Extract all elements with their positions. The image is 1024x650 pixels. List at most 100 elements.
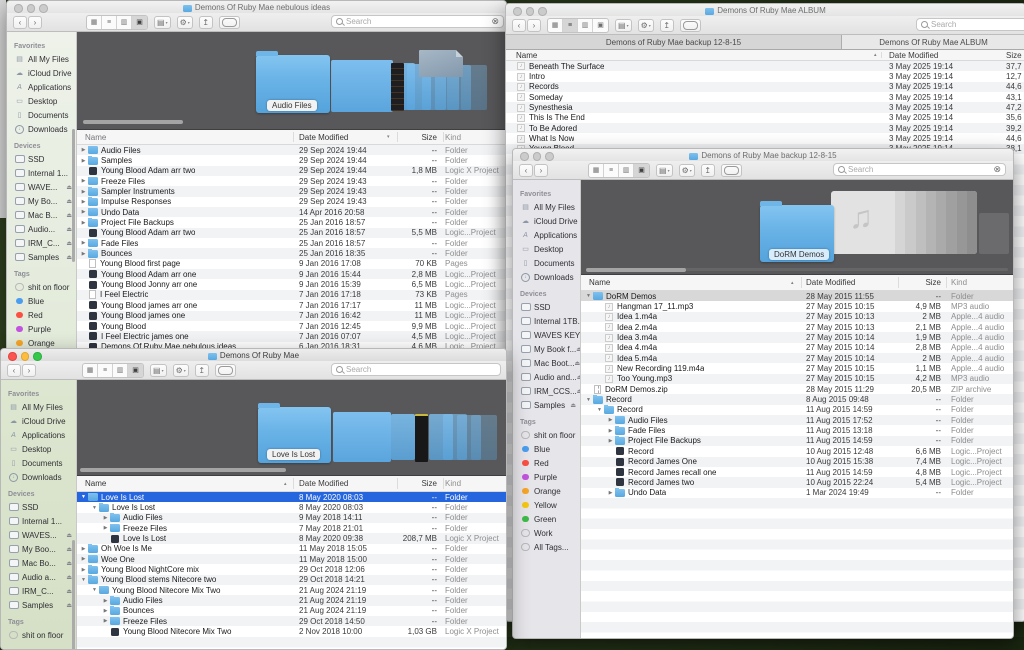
sidebar-item[interactable]: iCloud Drive — [7, 66, 76, 80]
table-row[interactable]: Idea 5.m4a 27 May 2015 10:14 2 MB Apple.… — [581, 353, 1013, 363]
sidebar-item[interactable]: Tags — [1, 617, 76, 628]
traffic-lights[interactable] — [520, 152, 554, 161]
table-row[interactable]: Bounces 21 Aug 2024 21:19 -- Folder — [77, 606, 506, 616]
tag-button[interactable] — [215, 364, 236, 377]
column-header-name[interactable]: Name — [77, 133, 291, 142]
table-row[interactable]: Idea 2.m4a 27 May 2015 10:13 2,1 MB Appl… — [581, 322, 1013, 332]
table-row[interactable]: Synesthesia 3 May 2025 19:14 47,2 MB — [506, 102, 1024, 112]
coverflow-scrollbar[interactable] — [80, 468, 286, 472]
back-button[interactable]: ‹ — [7, 364, 21, 377]
sidebar-item[interactable]: Samples — [513, 398, 580, 412]
view-mode-button[interactable]: ≡ — [98, 364, 113, 377]
disclosure-triangle-icon[interactable] — [606, 438, 615, 444]
view-mode-button[interactable]: ▥ — [117, 16, 132, 29]
table-row[interactable]: Hangman 17_11.mp3 27 May 2015 10:15 4,9 … — [581, 301, 1013, 311]
sidebar-item[interactable]: iCloud Drive — [1, 414, 76, 428]
sidebar-item[interactable]: Blue — [7, 294, 76, 308]
view-mode-button[interactable]: ▣ — [634, 164, 649, 177]
table-row[interactable]: Freeze Files 29 Oct 2018 14:50 -- Folder — [77, 616, 506, 626]
sidebar-item[interactable]: Desktop — [513, 242, 580, 256]
sidebar-item[interactable]: Desktop — [7, 94, 76, 108]
sidebar-item[interactable]: Orange — [513, 484, 580, 498]
coverflow-view[interactable]: Love Is Lost — [77, 380, 506, 476]
sidebar-scrollbar[interactable] — [72, 540, 75, 649]
sidebar-item[interactable]: SSD — [1, 500, 76, 514]
view-mode-button[interactable]: ≡ — [563, 19, 578, 32]
sidebar-item[interactable]: Documents — [1, 456, 76, 470]
finder-tab[interactable]: Demons Of Ruby Mae ALBUM — [842, 35, 1024, 49]
disclosure-triangle-icon[interactable] — [79, 147, 88, 153]
table-row[interactable]: Woe One 11 May 2018 15:00 -- Folder — [77, 554, 506, 564]
coverflow-scrollbar[interactable] — [586, 268, 686, 272]
sidebar-item[interactable]: Tags — [7, 269, 76, 280]
table-row[interactable]: Audio Files 9 May 2018 14:11 -- Folder — [77, 513, 506, 523]
table-row[interactable]: Idea 4.m4a 27 May 2015 10:14 2,8 MB Appl… — [581, 343, 1013, 353]
share-button[interactable]: ↥ — [701, 164, 715, 177]
table-row[interactable]: Freeze Files 7 May 2018 21:01 -- Folder — [77, 523, 506, 533]
titlebar[interactable]: Demons Of Ruby Mae ALBUM — [506, 4, 1024, 16]
titlebar[interactable]: Demons Of Ruby Mae nebulous ideas — [7, 1, 506, 13]
disclosure-triangle-icon[interactable] — [79, 189, 88, 195]
table-row[interactable]: Project File Backups 25 Jan 2016 18:57 -… — [77, 217, 506, 227]
sidebar-item[interactable]: My Bo... — [7, 194, 76, 208]
table-row[interactable]: Young Blood Adam arr two 29 Sep 2024 19:… — [77, 166, 506, 176]
disclosure-triangle-icon[interactable] — [79, 199, 88, 205]
traffic-lights[interactable] — [14, 4, 48, 13]
table-row[interactable]: Idea 1.m4a 27 May 2015 10:13 2 MB Apple.… — [581, 312, 1013, 322]
view-mode-button[interactable]: ▦ — [87, 16, 102, 29]
sidebar-item[interactable]: Internal 1... — [7, 166, 76, 180]
view-mode-button[interactable]: ≡ — [604, 164, 619, 177]
action-gear-button[interactable]: ⚙▾ — [638, 19, 654, 32]
share-button[interactable]: ↥ — [199, 16, 213, 29]
table-row[interactable]: I Feel Electric 7 Jan 2016 17:18 73 KB P… — [77, 290, 506, 300]
sidebar-item[interactable]: Green — [513, 512, 580, 526]
column-header-size[interactable]: Size — [1006, 51, 1024, 60]
column-header-kind[interactable]: Kind — [941, 278, 1013, 287]
disclosure-triangle-icon[interactable] — [79, 494, 88, 500]
table-row[interactable]: Records 3 May 2025 19:14 44,6 MB — [506, 82, 1024, 92]
table-row[interactable]: Love Is Lost 8 May 2020 08:03 -- Folder — [77, 492, 506, 502]
table-row[interactable]: To Be Adored 3 May 2025 19:14 39,2 MB — [506, 123, 1024, 133]
sidebar-item[interactable]: Mac Bo... — [1, 556, 76, 570]
column-header-kind[interactable]: Kind — [437, 479, 506, 488]
sidebar-item[interactable]: Downloads — [513, 270, 580, 284]
disclosure-triangle-icon[interactable] — [606, 490, 615, 496]
table-row[interactable]: Love Is Lost 8 May 2020 09:38 208,7 MB L… — [77, 533, 506, 543]
search-field[interactable]: Search — [331, 363, 501, 376]
disclosure-triangle-icon[interactable] — [584, 293, 593, 299]
view-mode-button[interactable]: ▣ — [132, 16, 147, 29]
forward-button[interactable]: › — [28, 16, 42, 29]
disclosure-triangle-icon[interactable] — [101, 515, 110, 521]
view-mode-button[interactable]: ▦ — [589, 164, 604, 177]
coverflow-view[interactable]: ♫ DoRM Demos — [581, 180, 1013, 275]
column-header-date[interactable]: Date Modified — [291, 133, 395, 142]
view-mode-button[interactable]: ▦ — [548, 19, 563, 32]
disclosure-triangle-icon[interactable] — [101, 525, 110, 531]
table-row[interactable]: Bounces 25 Jan 2016 18:35 -- Folder — [77, 248, 506, 258]
table-row[interactable]: Young Blood james one 7 Jan 2016 16:42 1… — [77, 311, 506, 321]
sidebar-item[interactable]: Purple — [513, 470, 580, 484]
disclosure-triangle-icon[interactable] — [90, 505, 99, 511]
disclosure-triangle-icon[interactable] — [101, 618, 110, 624]
sidebar-item[interactable]: My Boo... — [1, 542, 76, 556]
table-row[interactable]: Samples 29 Sep 2024 19:44 -- Folder — [77, 155, 506, 165]
action-gear-button[interactable]: ⚙▾ — [177, 16, 193, 29]
table-row[interactable]: Record James two 10 Aug 2015 22:24 5,4 M… — [581, 477, 1013, 487]
column-header-size[interactable]: Size — [898, 278, 941, 287]
sidebar-item[interactable]: iCloud Drive — [513, 214, 580, 228]
sidebar-item[interactable]: Purple — [7, 322, 76, 336]
forward-button[interactable]: › — [527, 19, 541, 32]
sidebar-item[interactable]: SSD — [7, 152, 76, 166]
sidebar-item[interactable]: shit on floor — [513, 428, 580, 442]
sidebar-item[interactable]: IRM_CCS... — [513, 384, 580, 398]
share-button[interactable]: ↥ — [660, 19, 674, 32]
sidebar-item[interactable]: Internal 1... — [1, 514, 76, 528]
table-row[interactable]: Intro 3 May 2025 19:14 12,7 MB — [506, 71, 1024, 81]
disclosure-triangle-icon[interactable] — [79, 251, 88, 257]
sidebar-item[interactable]: Documents — [7, 108, 76, 122]
titlebar[interactable]: Demons of Ruby Mae backup 12-8-15 — [513, 149, 1013, 161]
sidebar-item[interactable]: Applications — [1, 428, 76, 442]
sidebar-item[interactable]: Devices — [1, 489, 76, 500]
table-row[interactable]: What Is Now 3 May 2025 19:14 44,6 MB — [506, 133, 1024, 143]
table-row[interactable]: Project File Backups 11 Aug 2015 14:59 -… — [581, 436, 1013, 446]
